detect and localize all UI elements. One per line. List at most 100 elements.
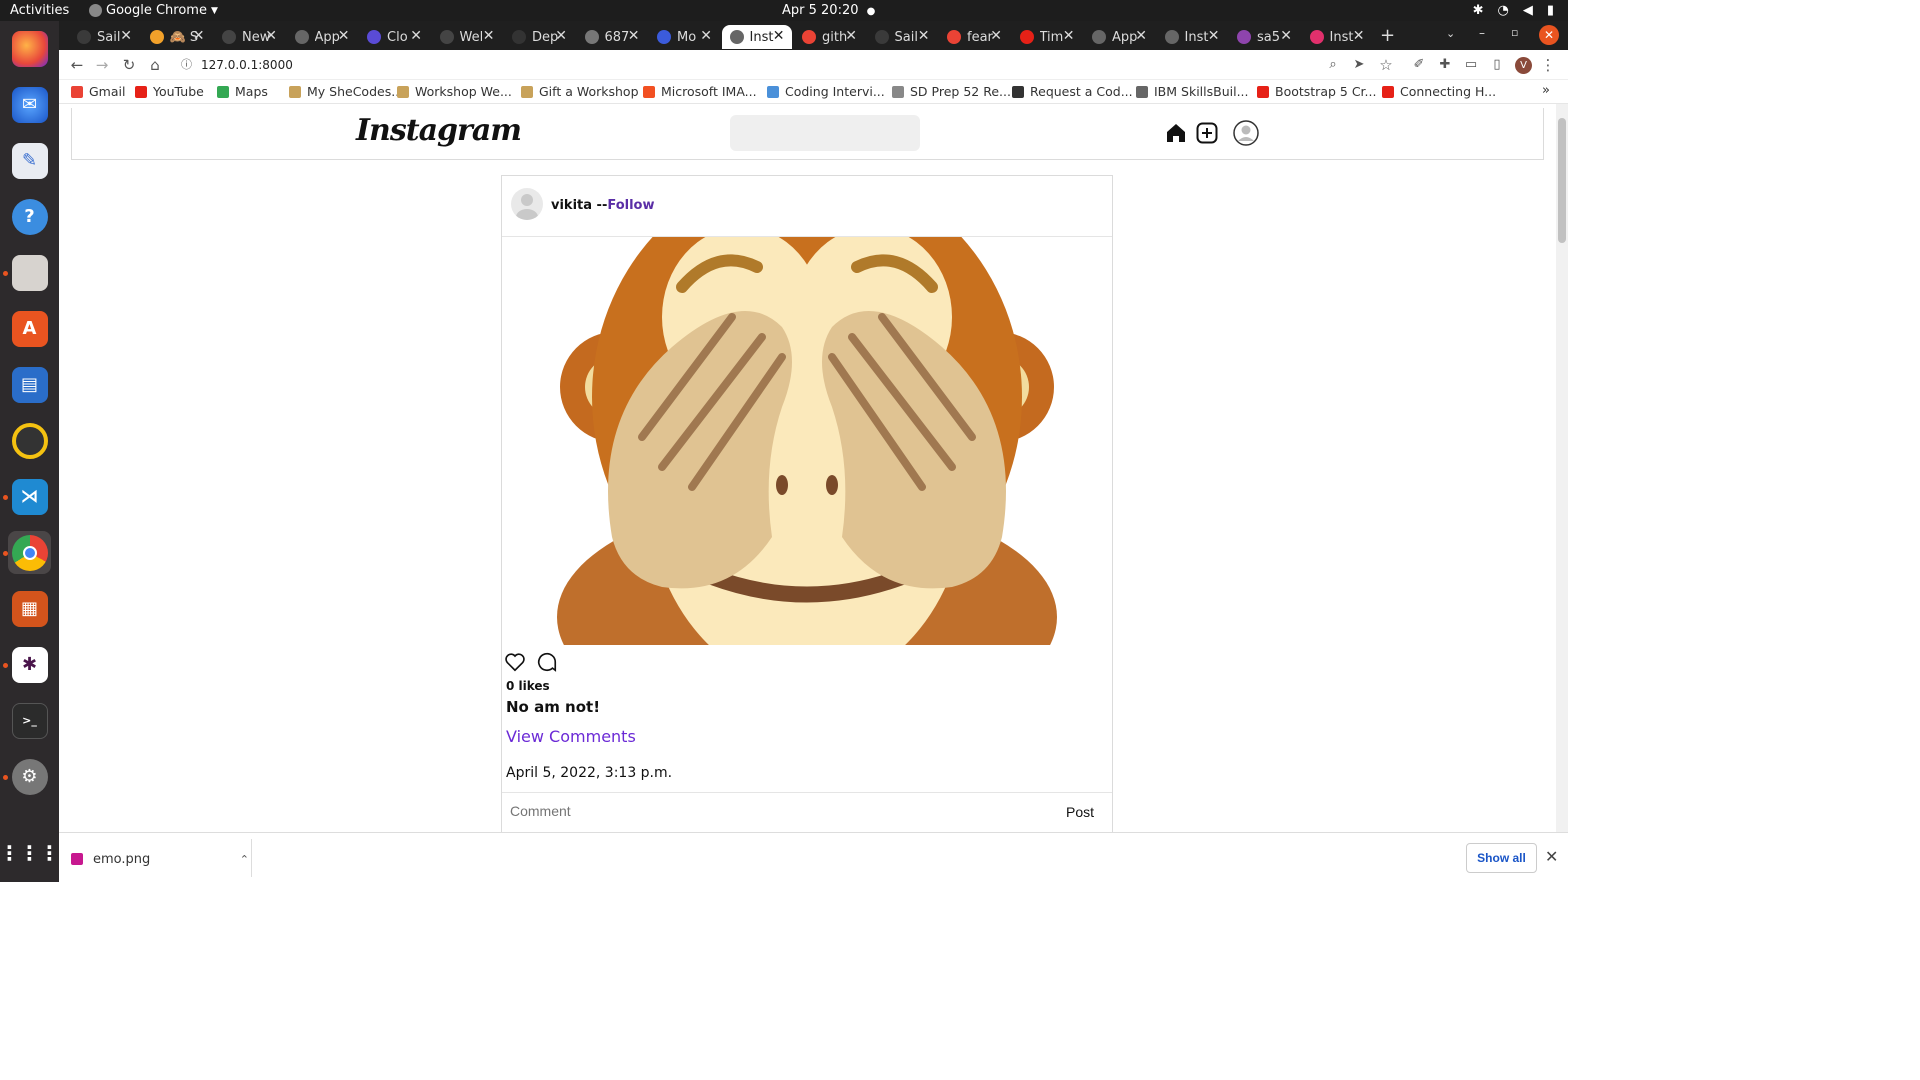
tab-close-icon[interactable]: ✕ bbox=[845, 28, 857, 44]
username-link[interactable]: vikita bbox=[551, 198, 592, 213]
tab-close-icon[interactable]: ✕ bbox=[555, 28, 567, 44]
tab-close-icon[interactable]: ✕ bbox=[990, 28, 1002, 44]
dock-impress[interactable]: ▦ bbox=[8, 587, 51, 630]
tab-close-icon[interactable]: ✕ bbox=[338, 28, 350, 44]
chevron-up-icon[interactable]: ⌃ bbox=[240, 853, 249, 866]
browser-tab[interactable]: gith ✕ bbox=[794, 25, 864, 49]
tab-close-icon[interactable]: ✕ bbox=[265, 28, 277, 44]
reload-button[interactable]: ↻ bbox=[119, 55, 139, 75]
close-icon[interactable]: ✕ bbox=[1545, 847, 1558, 866]
post-image[interactable] bbox=[502, 237, 1112, 645]
post-comment-button[interactable]: Post bbox=[1066, 804, 1094, 820]
browser-tab[interactable]: Sail ✕ bbox=[69, 25, 139, 49]
home-button[interactable]: ⌂ bbox=[145, 55, 165, 75]
bookmark-star-icon[interactable]: ☆ bbox=[1376, 55, 1396, 75]
dock-firefox[interactable] bbox=[8, 27, 51, 70]
view-comments-link[interactable]: View Comments bbox=[506, 727, 636, 746]
bookmark-item[interactable]: Gift a Workshop bbox=[521, 84, 639, 99]
address-bar[interactable]: ⓘ 127.0.0.1:8000 bbox=[179, 53, 1379, 77]
bookmark-item[interactable]: Maps bbox=[217, 84, 268, 99]
bookmark-item[interactable]: Bootstrap 5 Cr... bbox=[1257, 84, 1376, 99]
dock-slack[interactable]: ✱ bbox=[3, 643, 51, 686]
close-window-button[interactable]: ✕ bbox=[1539, 25, 1559, 45]
search-input[interactable] bbox=[730, 115, 920, 151]
browser-tab[interactable]: Dep ✕ bbox=[504, 25, 574, 49]
tab-close-icon[interactable]: ✕ bbox=[193, 28, 205, 44]
restore-button[interactable]: ▫ bbox=[1511, 26, 1518, 39]
dock-settings[interactable]: ⚙ bbox=[3, 755, 51, 798]
browser-tab[interactable]: Inst ✕ bbox=[1302, 25, 1372, 49]
comment-input[interactable] bbox=[510, 803, 1010, 819]
back-button[interactable]: ← bbox=[67, 55, 87, 75]
dock-terminal[interactable]: >_ bbox=[8, 699, 51, 742]
browser-tab[interactable]: Inst ✕ bbox=[721, 25, 792, 49]
chrome-menu-icon[interactable]: ⋮ bbox=[1538, 55, 1558, 75]
dock-software[interactable]: A bbox=[8, 307, 51, 350]
dock-text-editor[interactable]: ✎ bbox=[8, 139, 51, 182]
tab-close-icon[interactable]: ✕ bbox=[918, 28, 930, 44]
browser-tab[interactable]: 687 ✕ bbox=[577, 25, 647, 49]
show-applications-button[interactable]: ⋮⋮⋮ bbox=[0, 831, 60, 874]
tab-search-icon[interactable]: ⌄ bbox=[1446, 27, 1455, 40]
browser-tab[interactable]: App ✕ bbox=[1084, 25, 1154, 49]
clock[interactable]: Apr 5 20:20 ● bbox=[782, 3, 875, 18]
browser-tab[interactable]: Wel ✕ bbox=[432, 25, 502, 49]
zoom-icon[interactable]: ⌕ bbox=[1323, 55, 1343, 75]
tab-close-icon[interactable]: ✕ bbox=[1135, 28, 1147, 44]
like-heart-icon[interactable] bbox=[504, 651, 526, 673]
side-panel-icon[interactable]: ▯ bbox=[1487, 55, 1507, 75]
browser-tab[interactable]: sa5 ✕ bbox=[1229, 25, 1299, 49]
tab-close-icon[interactable]: ✕ bbox=[1353, 28, 1365, 44]
browser-tab[interactable]: New ✕ bbox=[214, 25, 284, 49]
browser-tab[interactable]: Tim ✕ bbox=[1012, 25, 1082, 49]
browser-tab[interactable]: Inst ✕ bbox=[1157, 25, 1227, 49]
dock-files[interactable] bbox=[3, 251, 51, 294]
app-menu[interactable]: Google Chrome ▼ bbox=[89, 3, 218, 18]
profile-icon[interactable] bbox=[1233, 120, 1259, 146]
system-tray[interactable]: ✱ ◔ ◀ ▮ bbox=[1473, 3, 1554, 18]
browser-tab[interactable]: Mo ✕ bbox=[649, 25, 719, 49]
eyedropper-icon[interactable]: ✐ bbox=[1409, 55, 1429, 75]
tab-close-icon[interactable]: ✕ bbox=[628, 28, 640, 44]
follow-link[interactable]: Follow bbox=[607, 198, 654, 213]
bookmark-item[interactable]: Workshop We... bbox=[397, 84, 512, 99]
browser-tab[interactable]: Clo ✕ bbox=[359, 25, 429, 49]
send-icon[interactable]: ➤ bbox=[1349, 55, 1369, 75]
dock-thunderbird[interactable]: ✉ bbox=[8, 83, 51, 126]
dock-help[interactable]: ? bbox=[8, 195, 51, 238]
tab-close-icon[interactable]: ✕ bbox=[1208, 28, 1220, 44]
forward-button[interactable]: → bbox=[92, 55, 112, 75]
bookmark-item[interactable]: Gmail bbox=[71, 84, 125, 99]
browser-tab[interactable]: 🙈 S ✕ bbox=[142, 25, 212, 49]
dock-writer[interactable]: ▤ bbox=[8, 363, 51, 406]
comment-bubble-icon[interactable] bbox=[536, 651, 558, 673]
bookmark-item[interactable]: Coding Intervi... bbox=[767, 84, 885, 99]
more-bookmarks-icon[interactable]: » bbox=[1542, 83, 1550, 98]
tab-close-icon[interactable]: ✕ bbox=[410, 28, 422, 44]
browser-tab[interactable]: App ✕ bbox=[287, 25, 357, 49]
dock-chrome[interactable] bbox=[3, 531, 51, 574]
download-item[interactable]: emo.png ⌃ bbox=[71, 845, 249, 873]
bookmark-item[interactable]: Connecting H... bbox=[1382, 84, 1496, 99]
scrollbar-thumb[interactable] bbox=[1558, 118, 1566, 243]
tab-close-icon[interactable]: ✕ bbox=[483, 28, 495, 44]
user-avatar[interactable] bbox=[511, 188, 543, 220]
bookmark-item[interactable]: Microsoft IMA... bbox=[643, 84, 757, 99]
extensions-icon[interactable]: ✚ bbox=[1435, 55, 1455, 75]
home-icon[interactable] bbox=[1165, 122, 1187, 144]
instagram-logo[interactable]: Instagram bbox=[356, 113, 522, 148]
new-tab-button[interactable]: + bbox=[1380, 25, 1395, 46]
bookmark-item[interactable]: Request a Cod... bbox=[1012, 84, 1133, 99]
tab-close-icon[interactable]: ✕ bbox=[120, 28, 132, 44]
bookmark-item[interactable]: SD Prep 52 Re... bbox=[892, 84, 1011, 99]
bookmark-item[interactable]: YouTube bbox=[135, 84, 204, 99]
minimize-button[interactable]: – bbox=[1479, 26, 1485, 40]
activities-button[interactable]: Activities bbox=[10, 3, 69, 18]
cast-icon[interactable]: ▭ bbox=[1461, 55, 1481, 75]
tab-close-icon[interactable]: ✕ bbox=[1063, 28, 1075, 44]
bookmark-item[interactable]: My SheCodes... bbox=[289, 84, 403, 99]
browser-tab[interactable]: Sail ✕ bbox=[867, 25, 937, 49]
new-post-icon[interactable] bbox=[1196, 122, 1218, 144]
dock-vscode[interactable]: ⋊ bbox=[3, 475, 51, 518]
show-all-downloads-button[interactable]: Show all bbox=[1466, 843, 1537, 873]
